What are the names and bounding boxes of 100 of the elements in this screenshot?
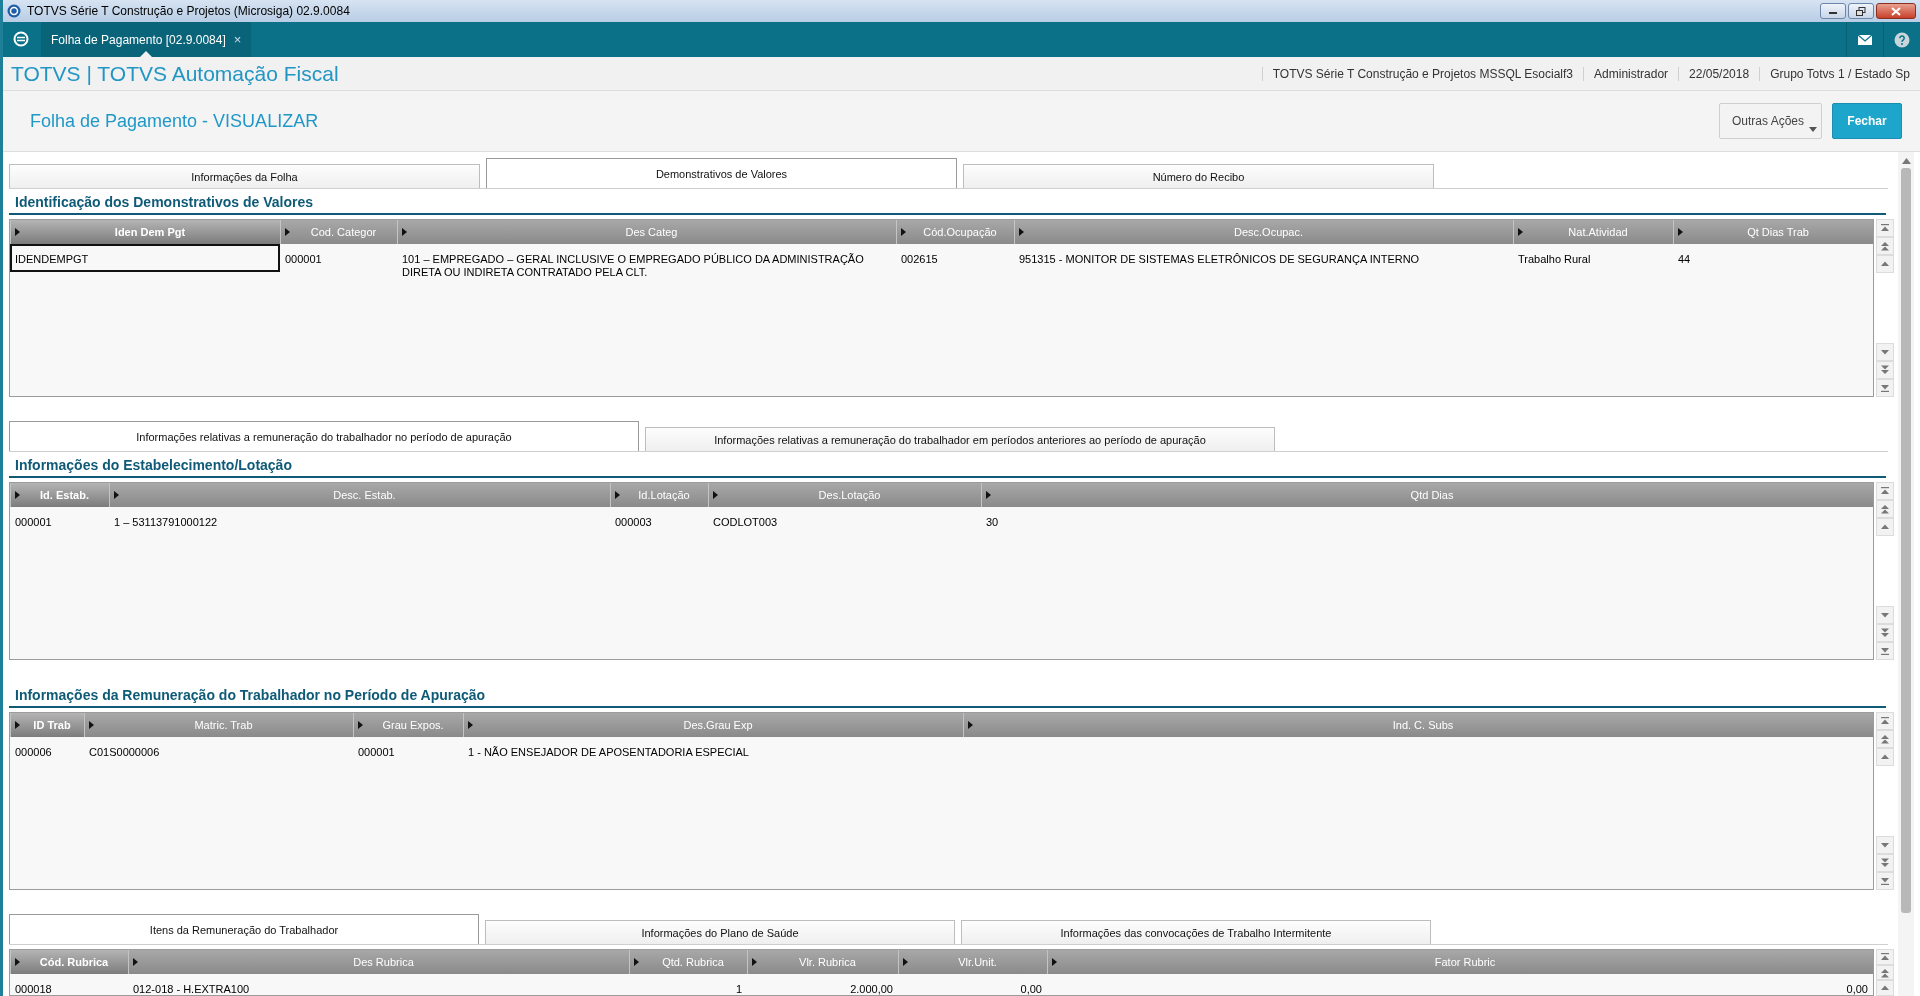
column-header[interactable]: Cod. Categor xyxy=(280,220,397,244)
column-header[interactable]: Des Categ xyxy=(397,220,896,244)
double-up-arrow-icon xyxy=(1880,967,1890,978)
scroll-up-button[interactable] xyxy=(1876,712,1894,730)
table-cell-text: 2.000,00 xyxy=(849,982,894,995)
logo-icon[interactable] xyxy=(13,31,29,47)
more-actions-button[interactable]: Outras Ações xyxy=(1719,103,1822,139)
column-header[interactable]: Iden Dem Pgt xyxy=(10,220,280,244)
scroll-up-icon[interactable] xyxy=(1901,158,1911,164)
column-header[interactable]: Qt Dias Trab xyxy=(1673,220,1873,244)
caret-icon xyxy=(133,958,138,966)
scroll-up-button[interactable] xyxy=(1876,482,1894,500)
scroll-up-button[interactable] xyxy=(1876,518,1894,536)
table-cell-text: 0,00 xyxy=(1845,982,1869,995)
tab[interactable]: Itens da Remuneração do Trabalhador xyxy=(9,914,479,944)
column-header[interactable]: Qtd. Rubrica xyxy=(629,950,747,974)
column-header[interactable]: Vlr.Unit. xyxy=(898,950,1047,974)
column-header[interactable]: Ind. C. Subs xyxy=(963,713,1873,737)
table-cell-text: 002615 xyxy=(900,252,939,267)
tab[interactable]: Informações das convocações de Trabalho Intermitente xyxy=(961,920,1431,944)
scroll-down-button[interactable] xyxy=(1876,379,1894,397)
mail-icon[interactable] xyxy=(1858,34,1872,45)
session-info: Grupo Totvs 1 / Estado Sp xyxy=(1759,66,1920,81)
tab[interactable]: Informações da Folha xyxy=(9,164,480,188)
column-header[interactable]: Cód.Ocupação xyxy=(896,220,1014,244)
scroll-down-button[interactable] xyxy=(1876,343,1894,361)
close-icon xyxy=(1891,6,1901,16)
app-tab[interactable]: Folha de Pagamento [02.9.0084] × xyxy=(41,22,252,57)
column-header[interactable]: Cód. Rubrica xyxy=(10,950,128,974)
scroll-up-button[interactable] xyxy=(1876,980,1894,996)
scroll-up-button[interactable] xyxy=(1876,255,1894,273)
scrollbar-thumb[interactable] xyxy=(1901,168,1911,913)
caret-icon xyxy=(634,958,639,966)
caret-icon xyxy=(114,491,119,499)
up-arrow-icon xyxy=(1880,752,1890,762)
scroll-down-button[interactable] xyxy=(1876,642,1894,660)
table-cell-text: 012-018 - H.EXTRA100 xyxy=(132,982,251,995)
scroll-down-button[interactable] xyxy=(1876,361,1894,379)
tab[interactable]: Informações do Plano de Saúde xyxy=(485,920,955,944)
caret-icon xyxy=(615,491,620,499)
caret-icon xyxy=(15,958,20,966)
column-header[interactable]: Matric. Trab xyxy=(84,713,353,737)
scroll-up-button[interactable] xyxy=(1876,748,1894,766)
help-icon[interactable] xyxy=(1894,31,1910,48)
scroll-up-button[interactable] xyxy=(1876,949,1894,965)
caret-icon xyxy=(358,721,363,729)
column-header[interactable]: ID Trab xyxy=(10,713,84,737)
double-up-arrow-icon xyxy=(1880,241,1890,251)
table-cell-text: Trabalho Rural xyxy=(1517,252,1592,267)
restore-icon xyxy=(1856,6,1866,16)
up-arrow-icon xyxy=(1880,259,1890,269)
scroll-up-button[interactable] xyxy=(1876,500,1894,518)
column-header[interactable]: Nat.Atividad xyxy=(1513,220,1673,244)
caret-icon xyxy=(901,228,906,236)
down-arrow-icon xyxy=(1880,347,1890,357)
column-header[interactable]: Id. Estab. xyxy=(10,483,109,507)
column-header[interactable]: Id.Lotação xyxy=(610,483,708,507)
column-header[interactable]: Fator Rubric xyxy=(1047,950,1873,974)
scroll-to-bottom-icon xyxy=(1880,876,1890,886)
session-info: 22/05/2018 xyxy=(1678,66,1760,81)
scroll-down-button[interactable] xyxy=(1876,606,1894,624)
scroll-down-button[interactable] xyxy=(1876,854,1894,872)
column-header[interactable]: Grau Expos. xyxy=(353,713,463,737)
column-header[interactable]: Vlr. Rubrica xyxy=(747,950,898,974)
session-info: Administrador xyxy=(1583,66,1679,81)
tab[interactable]: Demonstrativos de Valores xyxy=(486,158,957,188)
column-header[interactable]: Desc. Estab. xyxy=(109,483,610,507)
tab[interactable]: Informações relativas a remuneração do trabalhador no período de apuração xyxy=(9,421,639,451)
close-tab-button[interactable]: × xyxy=(233,32,242,47)
table-cell-text: 1 xyxy=(734,982,743,995)
caret-icon xyxy=(1678,228,1683,236)
table-cell-text: 000018 xyxy=(14,982,53,995)
close-button[interactable] xyxy=(1876,3,1916,19)
tab[interactable]: Informações relativas a remuneração do trabalhador em períodos anteriores ao período de apuração xyxy=(645,427,1275,451)
scroll-up-button[interactable] xyxy=(1876,730,1894,748)
scroll-up-button[interactable] xyxy=(1876,237,1894,255)
column-header[interactable]: Desc.Ocupac. xyxy=(1014,220,1513,244)
tab[interactable]: Número do Recibo xyxy=(963,164,1434,188)
scroll-up-button[interactable] xyxy=(1876,219,1894,237)
scroll-to-top-icon xyxy=(1880,223,1890,233)
column-header[interactable]: Des.Lotação xyxy=(708,483,981,507)
caret-icon xyxy=(1019,228,1024,236)
column-header[interactable]: Des Rubrica xyxy=(128,950,629,974)
scroll-down-button[interactable] xyxy=(1876,836,1894,854)
column-header[interactable]: Des.Grau Exp xyxy=(463,713,963,737)
app-logo-icon xyxy=(7,4,21,18)
column-header[interactable]: Qtd Dias xyxy=(981,483,1873,507)
restore-button[interactable] xyxy=(1848,3,1874,19)
table-cell-text: CODLOT003 xyxy=(712,515,779,530)
close-page-button[interactable]: Fechar xyxy=(1832,103,1902,139)
scroll-down-button[interactable] xyxy=(1876,872,1894,890)
caret-icon xyxy=(903,958,908,966)
minimize-button[interactable] xyxy=(1820,3,1846,19)
brand-title: TOTVS | TOTVS Automação Fiscal xyxy=(11,61,339,86)
down-arrow-icon xyxy=(1880,840,1890,850)
table-cell-text: 000006 xyxy=(14,745,53,760)
caret-icon xyxy=(89,721,94,729)
table-cell-text: 101 – EMPREGADO – GERAL INCLUSIVE O EMPREGADO PÚBLICO DA ADMINISTRAÇÃO DIRETA OU INDIRETA CONTRATADO PELA CLT. xyxy=(401,252,865,280)
scroll-down-button[interactable] xyxy=(1876,624,1894,642)
table-cell-text: C01S0000006 xyxy=(88,745,161,760)
